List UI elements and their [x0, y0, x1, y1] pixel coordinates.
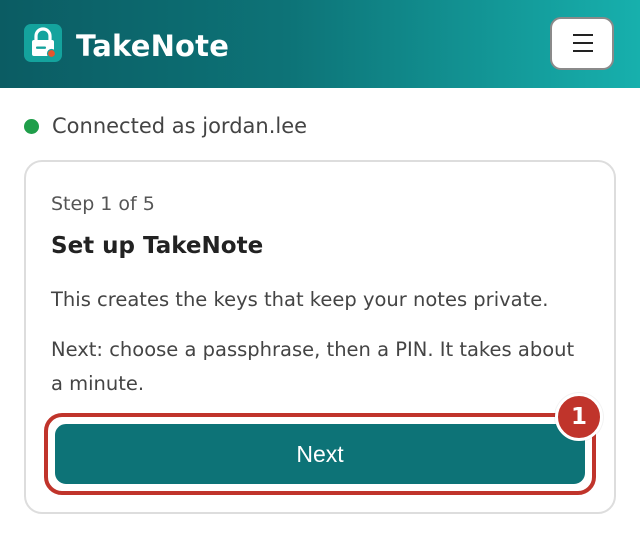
app-title: TakeNote — [76, 29, 230, 63]
status-text: Connected as jordan.lee — [52, 114, 308, 138]
highlight-outline: Next — [44, 413, 596, 495]
connection-status: Connected as jordan.lee — [24, 112, 307, 140]
hamburger-menu-icon — [573, 34, 593, 36]
step-indicator: Step 1 of 5 — [51, 193, 155, 215]
card-title: Set up TakeNote — [51, 233, 264, 259]
annotation-badge: 1 — [555, 393, 603, 441]
description-text: This creates the keys that keep your not… — [51, 288, 549, 311]
app-header: TakeNote — [0, 0, 640, 88]
status-dot — [24, 118, 39, 134]
lock-icon — [24, 24, 62, 62]
next-button[interactable]: Next — [52, 421, 588, 487]
next-info-text: Next: choose a passphrase, then a PIN. I… — [51, 338, 575, 395]
menu-button[interactable] — [550, 17, 614, 70]
setup-card: Step 1 of 5 Set up TakeNote This creates… — [24, 160, 616, 514]
